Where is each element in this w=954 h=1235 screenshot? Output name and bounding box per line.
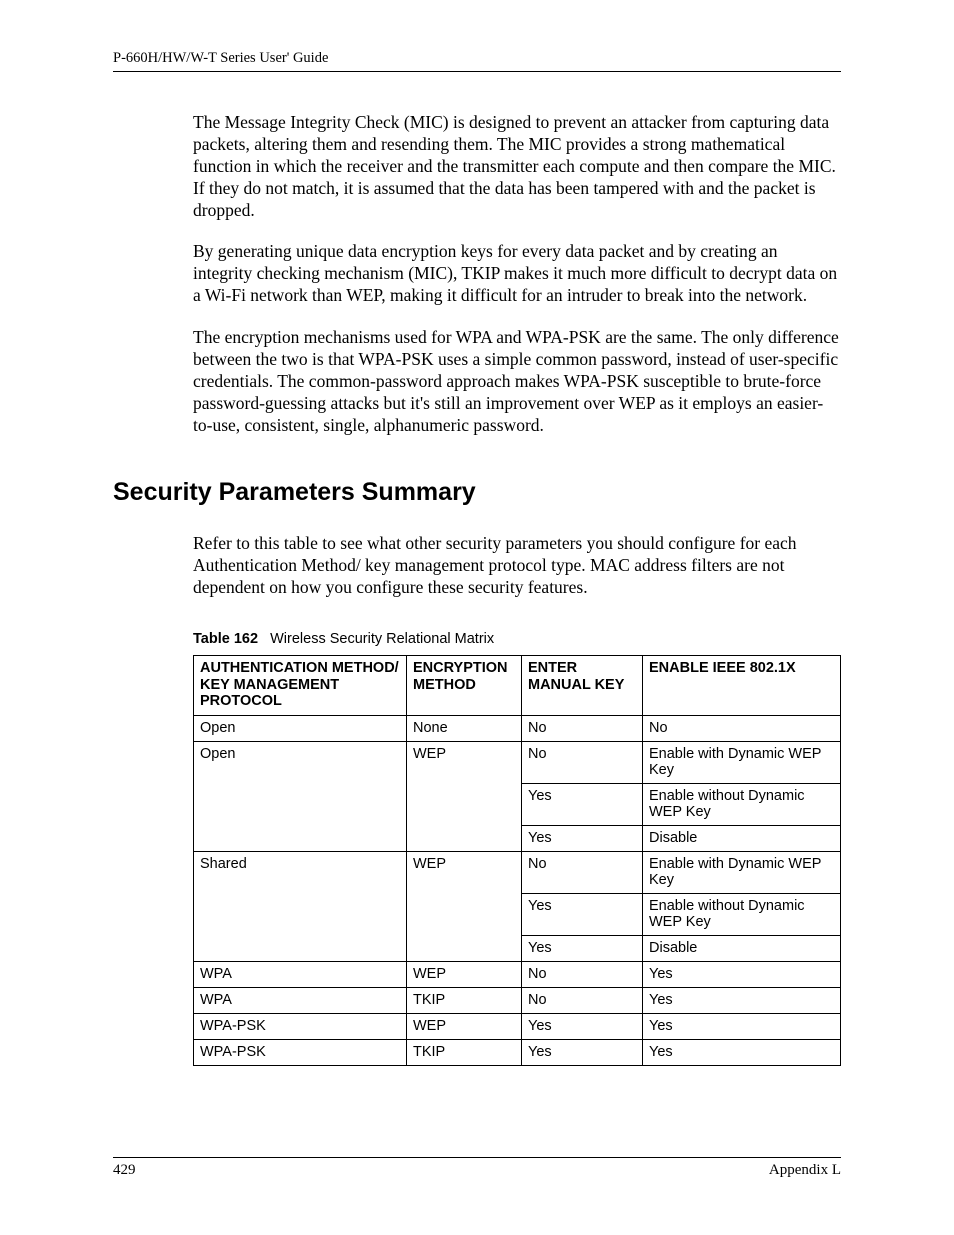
cell-manual: No xyxy=(522,962,643,988)
cell-manual: Yes xyxy=(522,1014,643,1040)
cell-auth: WPA-PSK xyxy=(194,1040,407,1066)
table-title: Wireless Security Relational Matrix xyxy=(270,631,494,647)
section-intro: Refer to this table to see what other se… xyxy=(193,533,841,599)
cell-manual: Yes xyxy=(522,894,643,936)
cell-auth: WPA xyxy=(194,962,407,988)
cell-enc: WEP xyxy=(407,1014,522,1040)
th-ieee8021x: ENABLE IEEE 802.1X xyxy=(643,656,841,716)
table-row: Open None No No xyxy=(194,716,841,742)
cell-manual: No xyxy=(522,742,643,784)
cell-enc: TKIP xyxy=(407,1040,522,1066)
cell-enc: TKIP xyxy=(407,988,522,1014)
cell-manual: Yes xyxy=(522,1040,643,1066)
table-row: Shared WEP No Enable with Dynamic WEP Ke… xyxy=(194,852,841,894)
th-auth-method: AUTHENTICATION METHOD/ KEY MANAGEMENT PR… xyxy=(194,656,407,716)
section-heading: Security Parameters Summary xyxy=(113,478,841,507)
running-header: P-660H/HW/W-T Series User' Guide xyxy=(113,50,841,72)
cell-manual: Yes xyxy=(522,936,643,962)
cell-8021x: Disable xyxy=(643,936,841,962)
cell-auth: Open xyxy=(194,716,407,742)
th-encryption: ENCRYPTION METHOD xyxy=(407,656,522,716)
cell-8021x: Yes xyxy=(643,962,841,988)
cell-auth: WPA-PSK xyxy=(194,1014,407,1040)
table-row: WPA WEP No Yes xyxy=(194,962,841,988)
cell-manual: No xyxy=(522,988,643,1014)
th-manual-key: ENTER MANUAL KEY xyxy=(522,656,643,716)
cell-8021x: Enable with Dynamic WEP Key xyxy=(643,852,841,894)
header-title: P-660H/HW/W-T Series User' Guide xyxy=(113,50,328,66)
table-row: WPA-PSK WEP Yes Yes xyxy=(194,1014,841,1040)
security-matrix-table: AUTHENTICATION METHOD/ KEY MANAGEMENT PR… xyxy=(193,655,841,1066)
table-caption: Table 162 Wireless Security Relational M… xyxy=(193,631,841,647)
page-footer: 429 Appendix L xyxy=(113,1157,841,1179)
cell-8021x: Disable xyxy=(643,826,841,852)
page-number: 429 xyxy=(113,1162,136,1179)
cell-enc: WEP xyxy=(407,962,522,988)
cell-auth: Shared xyxy=(194,852,407,962)
cell-manual: No xyxy=(522,716,643,742)
table-row: Open WEP No Enable with Dynamic WEP Key xyxy=(194,742,841,784)
cell-enc: WEP xyxy=(407,742,522,852)
cell-manual: No xyxy=(522,852,643,894)
cell-8021x: Yes xyxy=(643,1014,841,1040)
cell-8021x: Yes xyxy=(643,988,841,1014)
cell-8021x: Enable without Dynamic WEP Key xyxy=(643,784,841,826)
paragraph-wpa-psk: The encryption mechanisms used for WPA a… xyxy=(193,327,841,436)
appendix-label: Appendix L xyxy=(769,1162,841,1179)
cell-auth: WPA xyxy=(194,988,407,1014)
cell-8021x: Enable without Dynamic WEP Key xyxy=(643,894,841,936)
document-page: P-660H/HW/W-T Series User' Guide The Mes… xyxy=(0,0,954,1235)
cell-8021x: Enable with Dynamic WEP Key xyxy=(643,742,841,784)
cell-manual: Yes xyxy=(522,826,643,852)
cell-8021x: Yes xyxy=(643,1040,841,1066)
table-row: WPA-PSK TKIP Yes Yes xyxy=(194,1040,841,1066)
table-header-row: AUTHENTICATION METHOD/ KEY MANAGEMENT PR… xyxy=(194,656,841,716)
cell-enc: WEP xyxy=(407,852,522,962)
table-number: Table 162 xyxy=(193,631,258,647)
cell-auth: Open xyxy=(194,742,407,852)
table-row: WPA TKIP No Yes xyxy=(194,988,841,1014)
paragraph-tkip: By generating unique data encryption key… xyxy=(193,241,841,307)
cell-manual: Yes xyxy=(522,784,643,826)
cell-8021x: No xyxy=(643,716,841,742)
cell-enc: None xyxy=(407,716,522,742)
paragraph-mic: The Message Integrity Check (MIC) is des… xyxy=(193,112,841,221)
